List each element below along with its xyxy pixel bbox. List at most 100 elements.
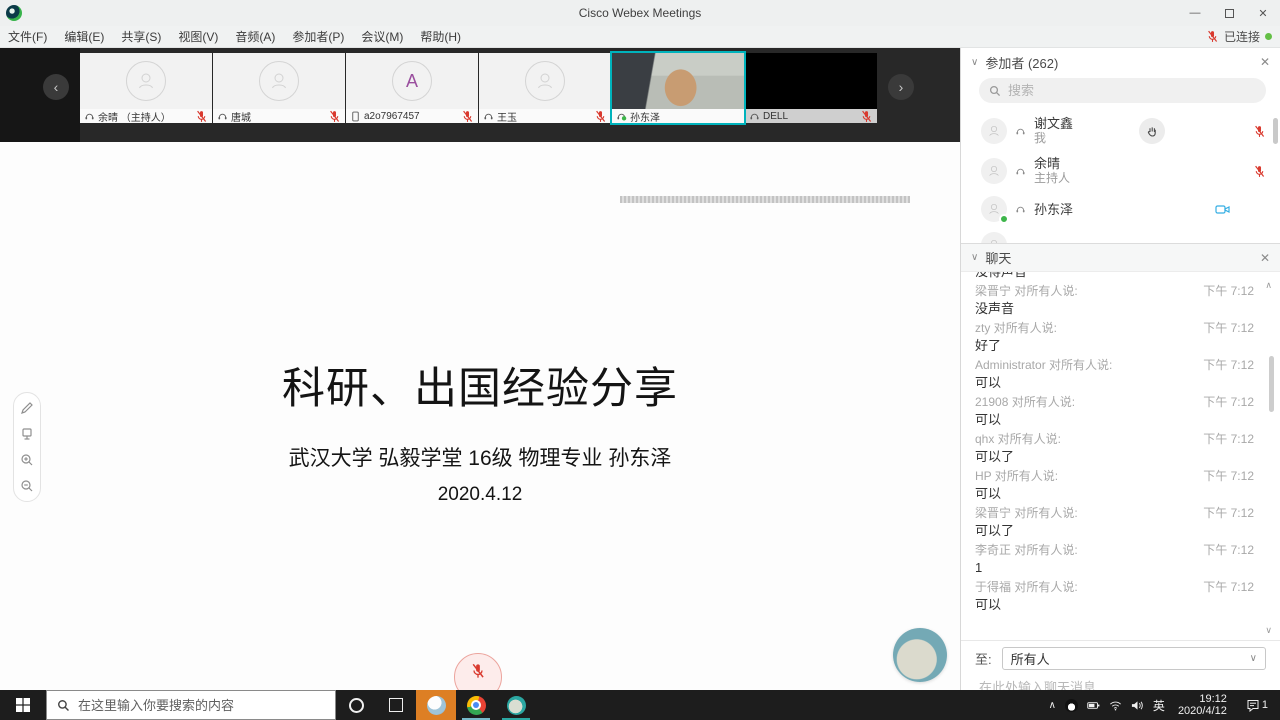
recipient-value: 所有人 [1011,649,1050,668]
tray-expand-icon[interactable]: ∧ [1049,700,1056,711]
participant-row-yuqing[interactable]: 余晴 主持人 [961,151,1280,191]
strip-scroll-left-button[interactable]: ‹ [43,74,69,100]
menu-share[interactable]: 共享(S) [121,28,161,45]
headset-icon [217,111,228,122]
headset-icon [483,111,494,122]
headset-icon [1015,126,1026,137]
participant-row-partial[interactable] [961,227,1280,243]
participant-row-xiewenxin[interactable]: 谢文鑫 我 [961,111,1280,151]
recipient-select[interactable]: 所有人 ∨ [1002,647,1266,670]
video-thumb-wangyu[interactable]: 王玉 [479,53,611,123]
chevron-down-icon: ∨ [1250,653,1257,664]
video-thumb-yuqing[interactable]: 余晴 （主持人） [80,53,212,123]
video-thumb-tangcheng[interactable]: 唐城 [213,53,345,123]
chat-input[interactable]: 在此处输入聊天消息 [975,677,1266,690]
chat-message: HP 对所有人说: 下午 7:12 可以 [975,467,1254,503]
chat-message: 梁晋宁 对所有人说: 下午 7:12 可以了 [975,504,1254,540]
connected-dot-icon [1265,33,1272,40]
chat-sender: zty 对所有人说: [975,319,1057,337]
menu-edit[interactable]: 编辑(E) [64,28,104,45]
chevron-down-icon[interactable]: ∨ [971,57,978,68]
chat-message-list[interactable]: 没得声音 梁晋宁 对所有人说: 下午 7:12 没声音 zty 对所有人说: 下… [961,272,1254,640]
close-chat-icon[interactable]: ✕ [1260,251,1270,265]
slide-area: 科研、出国经验分享 武汉大学 弘毅学堂 16级 物理专业 孙东泽 2020.4.… [0,142,960,690]
raise-hand-icon [1146,125,1159,138]
participants-scrollbar[interactable] [1273,118,1278,144]
menu-meeting[interactable]: 会议(M) [361,28,403,45]
menu-view[interactable]: 视图(V) [178,28,218,45]
chat-header: 聊天 [985,248,1011,267]
mic-muted-icon [328,110,341,123]
mic-muted-icon [1253,125,1266,138]
scroll-up-icon[interactable]: ∧ [1265,280,1272,291]
slide-title: 科研、出国经验分享 [0,354,960,416]
avatar [981,118,1007,144]
participant-search[interactable] [979,78,1266,103]
chat-scrollbar[interactable]: ∧ ∨ [1258,272,1280,640]
participant-search-input[interactable] [1008,83,1238,98]
avatar-letter: A [392,61,432,101]
start-button[interactable] [0,690,46,720]
video-thumb-dell[interactable]: DELL [745,53,877,123]
taskbar-search-input[interactable] [78,698,308,713]
notification-center-button[interactable]: 1 [1240,698,1274,712]
menu-audio[interactable]: 音频(A) [235,28,275,45]
chat-timestamp: 下午 7:12 [1203,578,1254,596]
chat-sender: 李奇正 对所有人说: [975,541,1078,559]
sidebar: ∨ 参加者 (262) ✕ 谢文鑫 我 [960,48,1280,690]
avatar-placeholder-icon [525,61,565,101]
camera-on-icon[interactable] [1215,203,1230,216]
chat-text: 可以 [975,485,1254,503]
chat-message: 李奇正 对所有人说: 下午 7:12 1 [975,541,1254,577]
menu-help[interactable]: 帮助(H) [420,28,461,45]
participant-role: 我 [1034,131,1073,146]
chrome-app-button[interactable] [456,690,496,720]
thumb-name: a2o7967457 [364,111,458,122]
participant-row-sundongze[interactable]: 孙东泽 [961,191,1280,227]
mic-muted-icon [1206,30,1219,43]
connection-status: 已连接 [1206,28,1272,45]
strip-left-spacer [0,48,80,142]
chat-sender: 21908 对所有人说: [975,393,1075,411]
chrome-icon [467,696,486,715]
taskbar-search[interactable] [46,690,336,720]
chevron-down-icon[interactable]: ∨ [971,252,978,263]
browser-app-button[interactable] [416,690,456,720]
qq-tray-icon[interactable] [1065,699,1078,712]
chat-sender: 于得福 对所有人说: [975,578,1078,596]
chat-message: qhx 对所有人说: 下午 7:12 可以了 [975,430,1254,466]
wifi-icon[interactable] [1109,699,1122,712]
webex-ball-bubble[interactable] [893,628,947,682]
webex-window: Cisco Webex Meetings — ✕ 文件(F) 编辑(E) 共享(… [0,0,1280,720]
participants-header: 参加者 (262) [985,53,1058,72]
webex-app-button[interactable] [496,690,536,720]
video-thumb-sundongze[interactable]: 孙东泽 [612,53,744,123]
chat-sender: Administrator 对所有人说: [975,356,1112,374]
close-participants-icon[interactable]: ✕ [1260,55,1270,69]
menu-participants[interactable]: 参加者(P) [292,28,344,45]
participant-name: 谢文鑫 [1034,116,1073,131]
webex-app-icon [507,696,526,715]
phone-device-icon [350,111,361,122]
input-language[interactable]: 英 [1153,697,1165,714]
strip-scroll-right-button[interactable]: › [888,74,914,100]
menu-file[interactable]: 文件(F) [8,28,47,45]
black-video [745,53,877,109]
video-thumb-a2o7967457[interactable]: A a2o7967457 [346,53,478,123]
mic-muted-icon [461,110,474,123]
task-view-button[interactable] [376,690,416,720]
chat-text: 可以了 [975,522,1254,540]
cortana-button[interactable] [336,690,376,720]
battery-icon[interactable] [1087,699,1100,712]
speaker-icon[interactable] [1131,699,1144,712]
scroll-down-icon[interactable]: ∨ [1265,625,1272,636]
taskbar-clock[interactable]: 19:12 2020/4/12 [1174,693,1231,717]
avatar-placeholder-icon [126,61,166,101]
window-title: Cisco Webex Meetings [0,6,1280,20]
chat-message: 21908 对所有人说: 下午 7:12 可以 [975,393,1254,429]
raise-hand-button[interactable] [1139,118,1165,144]
chat-message: 梁晋宁 对所有人说: 下午 7:12 没声音 [975,282,1254,318]
participant-role: 主持人 [1034,171,1070,186]
chat-scroll-thumb[interactable] [1269,356,1274,412]
horizontal-scrollbar[interactable] [620,196,910,203]
